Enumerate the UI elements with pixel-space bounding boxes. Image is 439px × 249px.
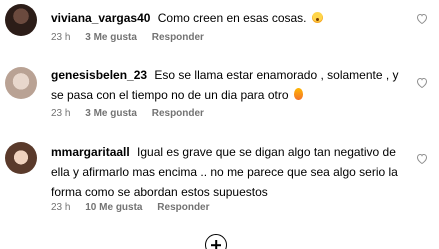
- heart-icon[interactable]: [414, 74, 430, 90]
- comment-text: Como creen en esas cosas.: [157, 11, 307, 25]
- comment-likes[interactable]: 10 Me gusta: [85, 202, 142, 213]
- heart-icon[interactable]: [414, 150, 430, 166]
- comment-body: mmargaritaall Igual es grave que se diga…: [51, 142, 407, 202]
- comment-time: 23 h: [51, 108, 71, 119]
- comment-item: mmargaritaall Igual es grave que se diga…: [0, 136, 439, 226]
- avatar[interactable]: [5, 67, 37, 99]
- comment-meta: 23 h 10 Me gusta Responder: [51, 202, 222, 213]
- plus-circle-icon[interactable]: [205, 234, 227, 249]
- comment-username[interactable]: mmargaritaall: [51, 145, 130, 159]
- comment-username[interactable]: genesisbelen_23: [51, 68, 147, 82]
- shocked-face-emoji: [311, 12, 323, 23]
- reply-button[interactable]: Responder: [152, 108, 204, 119]
- reply-button[interactable]: Responder: [152, 32, 204, 43]
- fire-emoji: [293, 88, 303, 100]
- heart-icon[interactable]: [414, 10, 430, 26]
- comment-meta: 23 h 3 Me gusta Responder: [51, 32, 216, 43]
- comment-likes[interactable]: 3 Me gusta: [85, 108, 137, 119]
- comment-likes[interactable]: 3 Me gusta: [85, 32, 137, 43]
- reply-button[interactable]: Responder: [157, 202, 209, 213]
- comment-item: viviana_vargas40 Como creen en esas cosa…: [0, 0, 439, 50]
- comment-item: genesisbelen_23 Eso se llama estar enamo…: [0, 57, 439, 127]
- comment-time: 23 h: [51, 32, 71, 43]
- comment-body: genesisbelen_23 Eso se llama estar enamo…: [51, 65, 407, 105]
- comment-time: 23 h: [51, 202, 71, 213]
- comment-meta: 23 h 3 Me gusta Responder: [51, 108, 216, 119]
- comment-username[interactable]: viviana_vargas40: [51, 11, 150, 25]
- avatar[interactable]: [5, 4, 37, 36]
- avatar[interactable]: [5, 142, 37, 174]
- comment-body: viviana_vargas40 Como creen en esas cosa…: [51, 8, 407, 28]
